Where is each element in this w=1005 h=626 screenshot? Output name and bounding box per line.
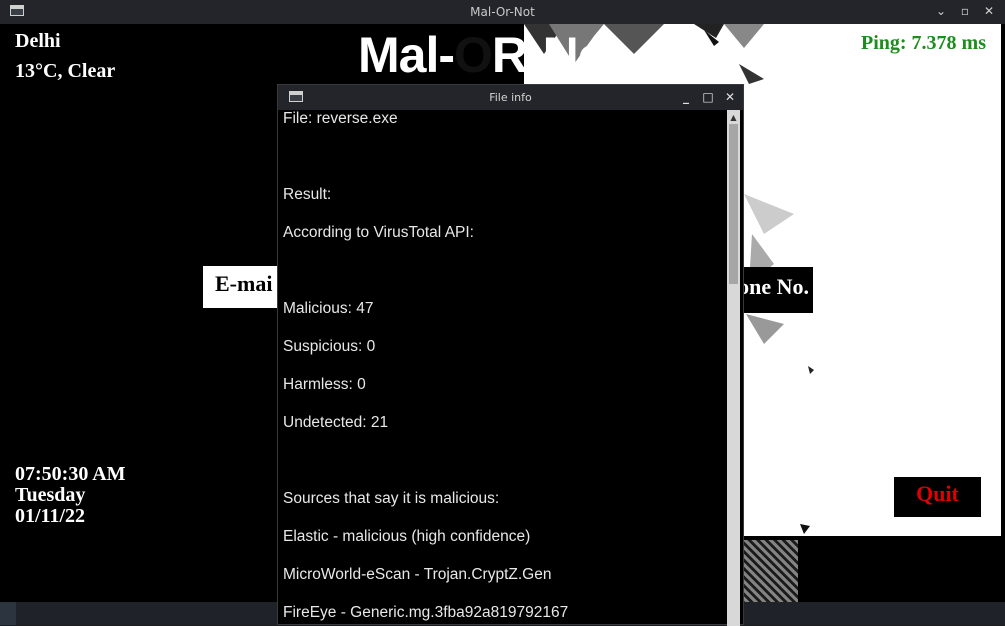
sources-header-line: Sources that say it is malicious:	[283, 490, 500, 507]
taskbar-item[interactable]	[0, 602, 16, 625]
close-icon[interactable]: ✕	[723, 90, 737, 104]
app-title-part2: O	[454, 27, 493, 83]
source-line: MicroWorld-eScan - Trojan.CryptZ.Gen	[283, 566, 552, 583]
window-icon	[289, 91, 303, 102]
file-info-title: File info	[489, 91, 532, 104]
file-info-titlebar[interactable]: File info _ □ ✕	[278, 85, 743, 110]
app-title-part1: Mal-	[358, 27, 455, 83]
minimize-icon[interactable]: _	[679, 90, 693, 104]
scrollbar-thumb[interactable]	[729, 124, 738, 284]
maximize-icon[interactable]: □	[701, 90, 715, 104]
scroll-up-icon[interactable]: ▲	[727, 112, 740, 124]
weather-label: 13°C, Clear	[15, 60, 116, 82]
harmless-line: Harmless: 0	[283, 376, 366, 393]
file-info-text[interactable]: File: reverse.exe Result: According to V…	[278, 110, 725, 626]
date-label: 01/11/22	[15, 505, 86, 527]
app-title: Mal-OR-Not	[358, 26, 624, 84]
suspicious-line: Suspicious: 0	[283, 338, 376, 355]
undetected-line: Undetected: 21	[283, 414, 389, 431]
day-label: Tuesday	[15, 484, 86, 506]
maximize-icon[interactable]: ▫	[958, 4, 972, 18]
app-title-part3: R-Not	[491, 27, 624, 83]
vertical-scrollbar[interactable]: ▲	[727, 110, 740, 626]
window-icon	[10, 5, 24, 16]
minimize-icon[interactable]: ⌄	[934, 4, 948, 18]
city-label: Delhi	[15, 30, 61, 52]
result-line: Result:	[283, 186, 332, 203]
main-titlebar[interactable]: Mal-Or-Not ⌄ ▫ ✕	[0, 0, 1005, 24]
api-line: According to VirusTotal API:	[283, 224, 474, 241]
file-info-dialog: File info _ □ ✕ File: reverse.exe Result…	[277, 84, 744, 626]
source-line: FireEye - Generic.mg.3fba92a819792167	[283, 604, 569, 621]
close-icon[interactable]: ✕	[982, 4, 996, 18]
clock-display: 07:50:30 AM Tuesday 01/11/22	[15, 464, 126, 527]
quit-button[interactable]: Quit	[894, 477, 981, 517]
window-title: Mal-Or-Not	[470, 5, 535, 19]
time-label: 07:50:30 AM	[15, 463, 126, 485]
malicious-line: Malicious: 47	[283, 300, 374, 317]
ping-label: Ping: 7.378 ms	[861, 32, 986, 54]
source-line: Elastic - malicious (high confidence)	[283, 528, 531, 545]
file-name-line: File: reverse.exe	[283, 110, 398, 127]
